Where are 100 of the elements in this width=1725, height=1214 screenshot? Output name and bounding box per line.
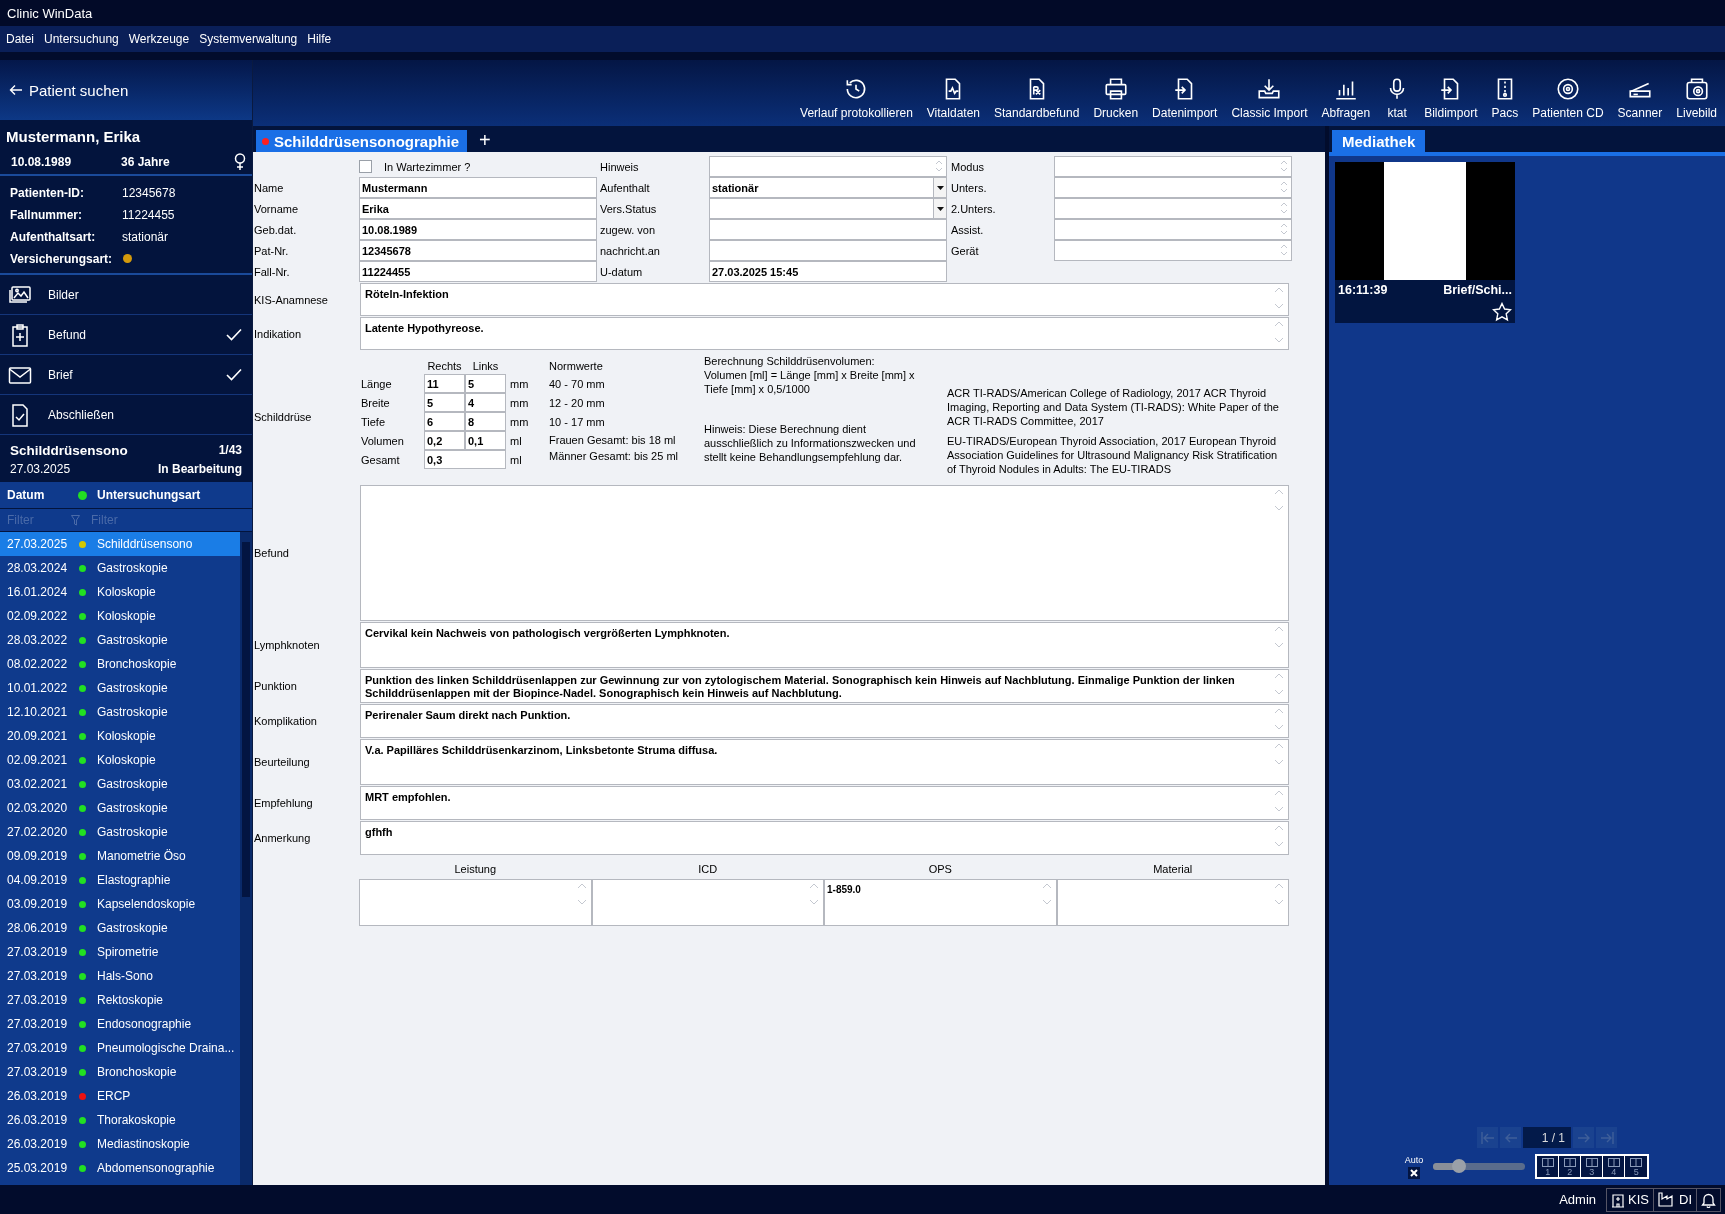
text-area[interactable]: Perirenaler Saum direkt nach Punktion.	[360, 704, 1289, 738]
menu-item[interactable]: Datei	[6, 32, 34, 46]
code-field[interactable]	[1056, 879, 1289, 926]
exam-row[interactable]: 12.10.2021 Gastroskopie	[0, 700, 240, 724]
measure-field[interactable]: 11	[424, 374, 465, 393]
layout-button[interactable]: 2	[1559, 1156, 1582, 1177]
status-button[interactable]: KIS	[1607, 1188, 1654, 1211]
text-field[interactable]: 11224455	[359, 261, 597, 282]
text-area[interactable]	[360, 485, 1289, 621]
toolbar-button[interactable]: Bildimport	[1424, 76, 1478, 120]
toolbar-button[interactable]: Vitaldaten	[926, 76, 980, 120]
add-tab-button[interactable]: +	[479, 128, 491, 152]
exam-row[interactable]: 20.09.2021 Koloskopie	[0, 724, 240, 748]
text-field[interactable]	[1054, 240, 1292, 261]
toolbar-button[interactable]: Abfragen	[1321, 76, 1371, 120]
dropdown-field[interactable]: stationär	[709, 177, 947, 198]
exam-row[interactable]: 02.09.2021 Koloskopie	[0, 748, 240, 772]
checkbox[interactable]	[1408, 1166, 1420, 1179]
exam-row[interactable]: 03.09.2019 Kapselendoskopie	[0, 892, 240, 916]
text-field[interactable]	[1054, 198, 1292, 219]
measure-field[interactable]: 0,1	[465, 431, 506, 450]
text-field[interactable]	[1054, 219, 1292, 240]
text-area[interactable]: gfhfh	[360, 821, 1289, 855]
measure-field[interactable]: 0,3	[424, 450, 506, 469]
exam-row[interactable]: 27.03.2019 Bronchoskopie	[0, 1060, 240, 1084]
exam-row[interactable]: 04.09.2019 Elastographie	[0, 868, 240, 892]
toolbar-button[interactable]: Pacs	[1491, 76, 1519, 120]
code-field[interactable]: 1-859.0	[824, 879, 1057, 926]
column-header[interactable]: Datum	[0, 488, 73, 502]
exam-row[interactable]: 09.09.2019 Manometrie Öso	[0, 844, 240, 868]
text-field[interactable]: 12345678	[359, 240, 597, 261]
layout-button[interactable]: 4	[1603, 1156, 1626, 1177]
menu-item[interactable]: Werkzeuge	[128, 32, 190, 46]
toolbar-button[interactable]: Datenimport	[1152, 76, 1218, 120]
menu-item[interactable]: Systemverwaltung	[199, 32, 298, 46]
exam-row[interactable]: 28.06.2019 Gastroskopie	[0, 916, 240, 940]
exam-row[interactable]: 27.03.2019 Spirometrie	[0, 940, 240, 964]
exam-row[interactable]: 16.01.2024 Koloskopie	[0, 580, 240, 604]
filter-field[interactable]: Filter	[84, 510, 252, 530]
text-area[interactable]: Latente Hypothyreose.	[360, 317, 1289, 350]
sidebar-action[interactable]: Brief	[0, 355, 252, 395]
scrollbar[interactable]	[240, 532, 252, 1185]
media-thumbnail[interactable]: 16:11:39 Brief/Schi...	[1335, 162, 1515, 323]
sidebar-action[interactable]: Bilder	[0, 275, 252, 315]
toolbar-button[interactable]: Patienten CD	[1532, 76, 1604, 120]
text-field[interactable]: 10.08.1989	[359, 219, 597, 240]
measure-field[interactable]: 4	[465, 393, 506, 412]
code-field[interactable]	[359, 879, 592, 926]
toolbar-button[interactable]: Drucken	[1093, 76, 1139, 120]
toolbar-button[interactable]: Verlauf protokollieren	[800, 76, 913, 120]
menu-item[interactable]: Untersuchung	[44, 32, 119, 46]
layout-button[interactable]: 5	[1625, 1156, 1648, 1177]
exam-row[interactable]: 03.02.2021 Gastroskopie	[0, 772, 240, 796]
measure-field[interactable]: 8	[465, 412, 506, 431]
text-field[interactable]: Erika	[359, 198, 597, 219]
layout-button[interactable]: 3	[1581, 1156, 1604, 1177]
column-header[interactable]: Untersuchungsart	[91, 488, 252, 502]
exam-row[interactable]: 28.03.2022 Gastroskopie	[0, 628, 240, 652]
toolbar-button[interactable]: Scanner	[1617, 76, 1663, 120]
exam-row[interactable]: 27.02.2020 Gastroskopie	[0, 820, 240, 844]
text-field[interactable]	[1054, 156, 1292, 177]
menu-item[interactable]: Hilfe	[307, 32, 332, 46]
toolbar-button[interactable]: Standardbefund	[994, 76, 1080, 120]
exam-row[interactable]: 26.03.2019 Thorakoskopie	[0, 1108, 240, 1132]
exam-row[interactable]: 25.03.2019 Abdomensonographie	[0, 1156, 240, 1180]
text-area[interactable]: V.a. Papilläres Schilddrüsenkarzinom, Linksbetonte Struma diffusa.	[360, 739, 1289, 785]
toolbar-button[interactable]: Livebild	[1676, 76, 1717, 120]
exam-row[interactable]: 27.03.2019 Hals-Sono	[0, 964, 240, 988]
sidebar-action[interactable]: Abschließen	[0, 395, 252, 435]
exam-row[interactable]: 27.03.2019 Rektoskopie	[0, 988, 240, 1012]
exam-row[interactable]: 08.02.2022 Bronchoskopie	[0, 652, 240, 676]
status-button[interactable]: DI	[1654, 1188, 1697, 1211]
sidebar-action[interactable]: Befund	[0, 315, 252, 355]
back-link[interactable]: Patient suchen	[0, 60, 252, 120]
measure-field[interactable]: 0,2	[424, 431, 465, 450]
text-field[interactable]	[1054, 177, 1292, 198]
dropdown-field[interactable]	[709, 198, 947, 219]
measure-field[interactable]: 5	[465, 374, 506, 393]
text-area[interactable]: Punktion des linken Schilddrüsenlappen zur Gewinnung zur von zytologischem Material. Sonographisch kein Hinweis auf Nachblutung. Einmalige Punktion der linken Schilddrüsenlappen mit der Biopince-Nadel. Sonographisch kein Hinweis auf Nachblutung.	[360, 669, 1289, 703]
text-area[interactable]: Röteln-Infektion	[360, 283, 1289, 316]
text-field[interactable]	[709, 156, 947, 177]
first-page-button[interactable]	[1477, 1127, 1498, 1148]
text-field[interactable]	[709, 219, 947, 240]
filter-field[interactable]: Filter	[0, 510, 66, 530]
layout-button[interactable]: 1	[1537, 1156, 1560, 1177]
previous-page-button[interactable]	[1500, 1127, 1521, 1148]
dropdown-button[interactable]	[933, 199, 946, 218]
document-tab[interactable]: Schilddrüsensonographie	[256, 130, 468, 152]
toolbar-button[interactable]: Classic Import	[1231, 76, 1308, 120]
measure-field[interactable]: 6	[424, 412, 465, 431]
exam-row[interactable]: 02.09.2022 Koloskopie	[0, 604, 240, 628]
star-icon[interactable]	[1492, 302, 1512, 322]
slider-thumb[interactable]	[1452, 1159, 1466, 1173]
checkbox[interactable]	[359, 160, 372, 173]
last-page-button[interactable]	[1596, 1127, 1617, 1148]
exam-row[interactable]: 27.03.2025 Schilddrüsensono	[0, 532, 240, 556]
text-area[interactable]: Cervikal kein Nachweis von pathologisch vergrößerten Lymphknoten.	[360, 622, 1289, 668]
text-field[interactable]: 27.03.2025 15:45	[709, 261, 947, 282]
exam-row[interactable]: 27.03.2019 Pneumologische Draina...	[0, 1036, 240, 1060]
media-tab[interactable]: Mediathek	[1332, 130, 1426, 152]
